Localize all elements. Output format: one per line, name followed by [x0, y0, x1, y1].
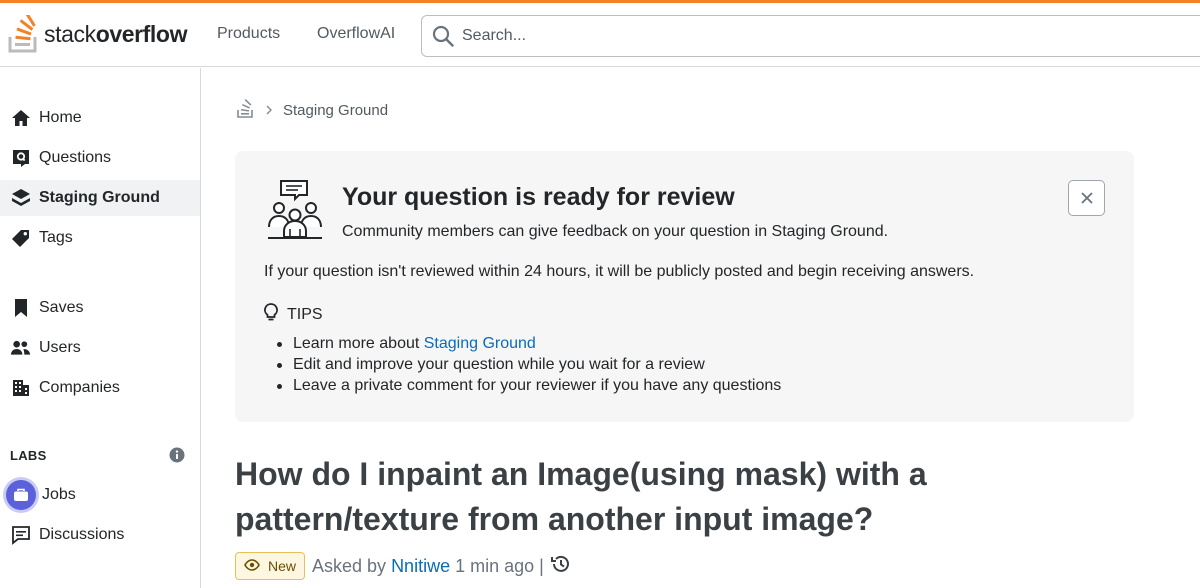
history-icon[interactable]: [550, 553, 572, 580]
community-review-icon: [267, 179, 323, 244]
tip-item: Edit and improve your question while you…: [275, 354, 781, 375]
bookmark-icon: [10, 298, 31, 319]
logo-text: stackoverflow: [44, 20, 188, 47]
briefcase-icon: [6, 480, 36, 510]
sidebar-item-home[interactable]: Home: [0, 100, 200, 136]
tip-text: Learn more about: [293, 335, 424, 352]
left-sidebar: Home Questions Staging Ground Tags Saves…: [0, 68, 201, 588]
tip-text: Leave a private comment for your reviewe…: [293, 377, 782, 394]
asked-time: 1 min ago: [455, 555, 535, 576]
close-button[interactable]: [1068, 180, 1105, 216]
tag-icon: [10, 228, 31, 249]
sidebar-item-label: Companies: [39, 379, 120, 396]
stack-overflow-logo-icon: [8, 15, 37, 53]
sidebar-item-questions[interactable]: Questions: [0, 140, 200, 176]
discussions-icon: [10, 525, 31, 546]
tip-item: Leave a private comment for your reviewe…: [275, 375, 781, 396]
sidebar-item-label: Home: [39, 109, 82, 126]
sidebar-item-discussions[interactable]: Discussions: [0, 517, 200, 553]
question-title[interactable]: How do I inpaint an Image(using mask) wi…: [235, 452, 1135, 542]
sidebar-item-staging-ground[interactable]: Staging Ground: [0, 180, 200, 216]
sidebar-item-users[interactable]: Users: [0, 330, 200, 366]
sidebar-item-companies[interactable]: Companies: [0, 370, 200, 406]
home-icon: [10, 108, 31, 129]
sidebar-item-label: Saves: [39, 299, 84, 316]
question-meta: New Asked by Nnitiwe 1 min ago |: [235, 551, 572, 581]
review-notice-card: Your question is ready for review Commun…: [235, 151, 1134, 422]
sidebar-item-label: Users: [39, 339, 81, 356]
stack-overflow-icon[interactable]: [237, 98, 255, 122]
staging-ground-icon: [10, 188, 31, 209]
site-logo[interactable]: stackoverflow: [8, 13, 187, 55]
review-note: If your question isn't reviewed within 2…: [264, 263, 975, 280]
sidebar-item-tags[interactable]: Tags: [0, 220, 200, 256]
breadcrumb-current[interactable]: Staging Ground: [283, 102, 388, 119]
labs-heading: LABS: [10, 448, 47, 463]
search-box[interactable]: [421, 15, 1200, 57]
review-title: Your question is ready for review: [342, 183, 735, 211]
questions-icon: [10, 148, 31, 169]
tips-label: TIPS: [287, 305, 323, 323]
nav-products[interactable]: Products: [217, 25, 280, 43]
lightbulb-icon: [264, 303, 278, 326]
search-input[interactable]: [462, 24, 1162, 48]
tips-heading: TIPS: [264, 303, 323, 326]
review-subtitle: Community members can give feedback on y…: [342, 223, 889, 240]
sidebar-item-label: Jobs: [42, 486, 76, 503]
sidebar-item-label: Tags: [39, 229, 73, 246]
badge-label: New: [268, 558, 297, 574]
close-icon: [1080, 192, 1093, 204]
sidebar-item-saves[interactable]: Saves: [0, 290, 200, 326]
sidebar-item-label: Questions: [39, 149, 112, 166]
new-badge: New: [235, 552, 306, 580]
nav-overflowai[interactable]: OverflowAI: [317, 25, 395, 43]
tip-text: Edit and improve your question while you…: [293, 356, 705, 373]
breadcrumb: Staging Ground: [237, 98, 388, 122]
top-bar: stackoverflow Products OverflowAI: [0, 3, 1200, 67]
info-icon[interactable]: [169, 447, 185, 468]
staging-ground-link[interactable]: Staging Ground: [424, 335, 536, 352]
sidebar-item-label: Staging Ground: [39, 189, 160, 206]
eye-icon: [244, 558, 260, 574]
meta-separator: |: [539, 555, 544, 576]
users-icon: [10, 338, 31, 359]
search-icon: [432, 25, 454, 47]
asked-by-label: Asked by: [312, 555, 387, 576]
author-link[interactable]: Nnitiwe: [391, 556, 450, 577]
tips-list: Learn more about Staging Ground Edit and…: [275, 333, 781, 396]
sidebar-item-jobs[interactable]: Jobs: [0, 477, 200, 513]
sidebar-item-label: Discussions: [39, 526, 125, 543]
chevron-right-icon: [265, 102, 273, 119]
building-icon: [10, 378, 31, 399]
tip-item: Learn more about Staging Ground: [275, 333, 781, 354]
